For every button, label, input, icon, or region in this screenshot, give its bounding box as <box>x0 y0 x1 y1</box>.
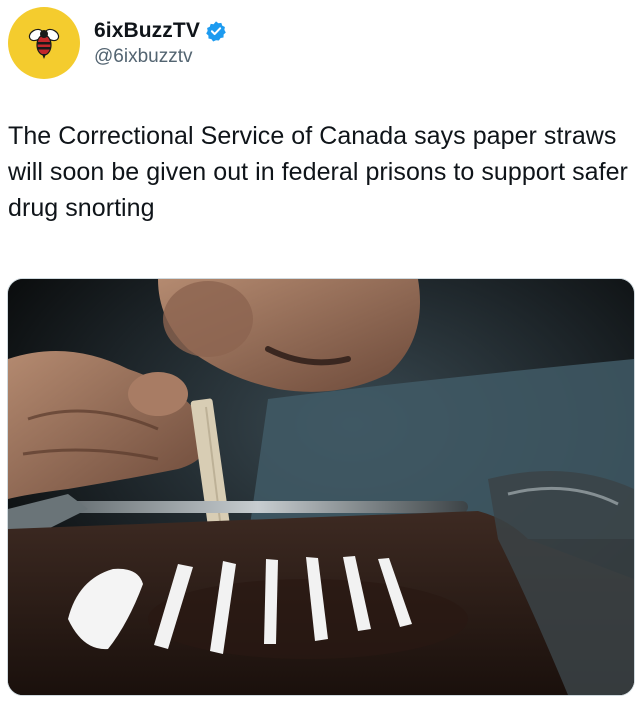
author-names: 6ixBuzzTV @6ixbuzztv <box>94 19 227 68</box>
photo-illustration <box>8 279 634 695</box>
name-row: 6ixBuzzTV <box>94 19 227 43</box>
avatar[interactable] <box>8 7 80 79</box>
bee-logo-icon <box>28 28 60 59</box>
handle[interactable]: @6ixbuzztv <box>94 46 227 68</box>
tweet-header: 6ixBuzzTV @6ixbuzztv <box>8 6 227 80</box>
verified-badge-icon <box>205 20 227 42</box>
tweet-card: 6ixBuzzTV @6ixbuzztv The Correctional Se… <box>0 0 640 703</box>
tweet-text: The Correctional Service of Canada says … <box>8 122 628 222</box>
display-name[interactable]: 6ixBuzzTV <box>94 19 200 43</box>
tweet-photo[interactable] <box>7 278 635 696</box>
